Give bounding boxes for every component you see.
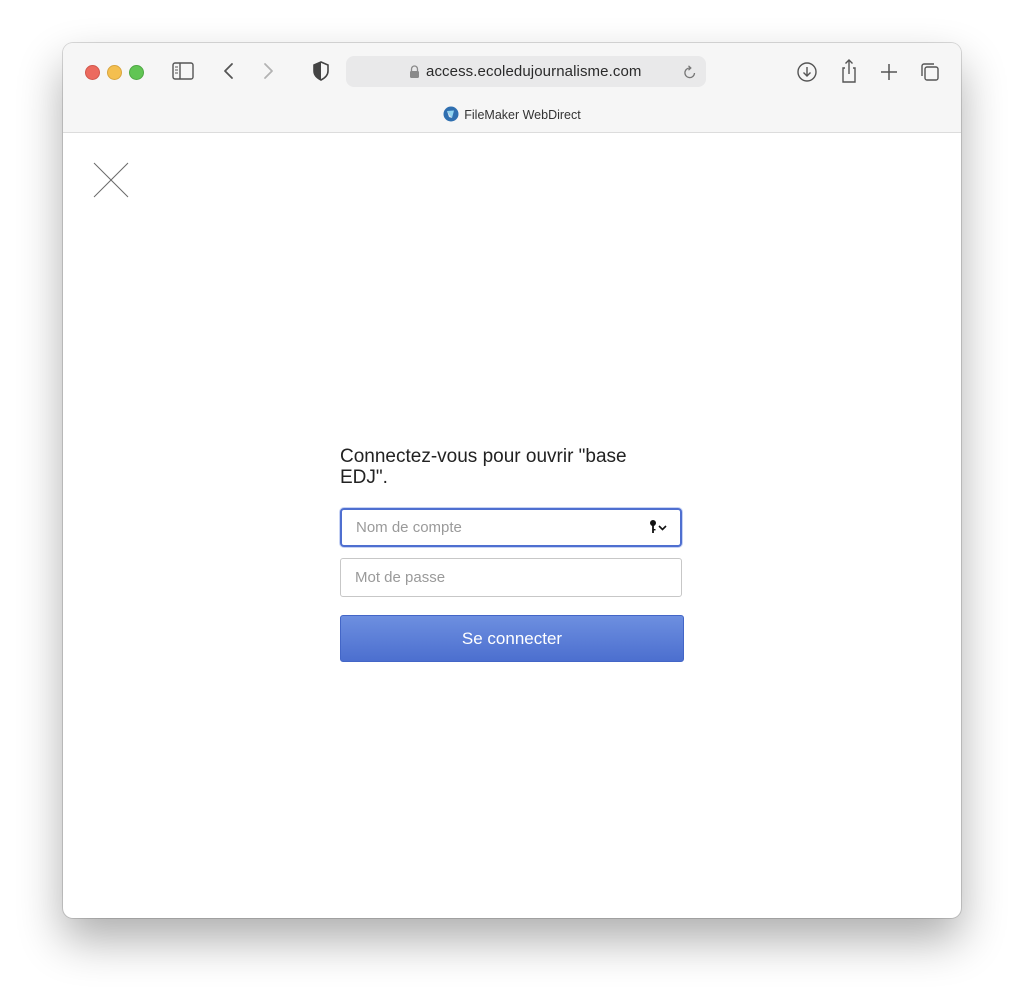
sidebar-icon[interactable] [172,62,194,80]
shield-icon[interactable] [311,60,331,82]
address-bar[interactable]: access.ecoledujournalisme.com [346,56,706,87]
zoom-window-button[interactable] [129,65,144,80]
url-text: access.ecoledujournalisme.com [426,63,642,80]
close-window-button[interactable] [85,65,100,80]
filemaker-icon [443,106,459,122]
new-tab-icon[interactable] [878,61,900,83]
minimize-window-button[interactable] [107,65,122,80]
login-button[interactable]: Se connecter [340,615,684,662]
key-chevron-icon[interactable] [647,518,669,536]
tab-title[interactable]: FileMaker WebDirect [63,106,961,128]
browser-toolbar: access.ecoledujournalisme.com FileMaker … [63,43,961,133]
login-heading: Connectez-vous pour ouvrir "base EDJ". [340,446,627,488]
reload-icon[interactable] [683,64,697,80]
browser-window: access.ecoledujournalisme.com FileMaker … [63,43,961,918]
password-input[interactable] [340,558,682,597]
tab-overview-icon[interactable] [919,61,941,83]
close-icon[interactable] [93,162,129,198]
download-icon[interactable] [796,61,818,83]
account-name-input[interactable] [340,508,682,547]
share-icon[interactable] [839,58,859,84]
back-icon[interactable] [221,60,237,82]
lock-icon [410,65,419,78]
tab-title-text: FileMaker WebDirect [464,108,581,122]
forward-icon[interactable] [260,60,276,82]
